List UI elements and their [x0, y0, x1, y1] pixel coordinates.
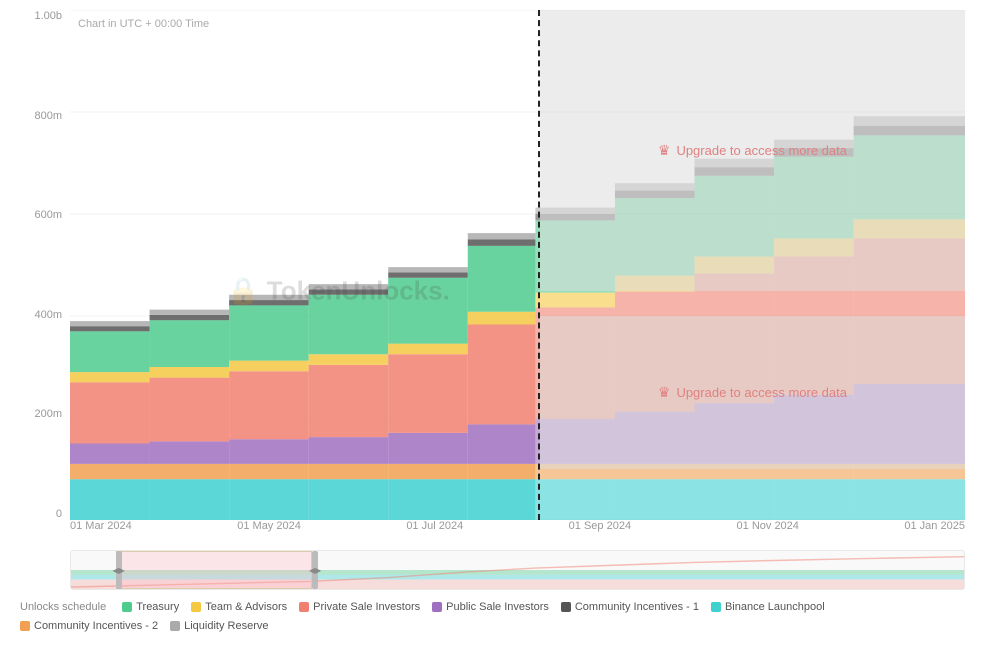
legend-label-binance: Binance Launchpool [725, 601, 825, 613]
x-label-4: 01 Sep 2024 [569, 520, 631, 532]
legend-item-community-2: Community Incentives - 2 [20, 620, 158, 632]
legend-label-public-sale: Public Sale Investors [446, 601, 549, 613]
legend-item-private-sale: Private Sale Investors [299, 601, 420, 613]
legend-item-treasury: Treasury [122, 601, 179, 613]
legend-dot-treasury [122, 602, 132, 612]
legend-dot-community-1 [561, 602, 571, 612]
y-label-4: 400m [10, 309, 70, 321]
legend-label-community-2: Community Incentives - 2 [34, 620, 158, 632]
legend-item-team: Team & Advisors [191, 601, 287, 613]
range-selected-area[interactable] [116, 551, 312, 589]
legend-label-liquidity: Liquidity Reserve [184, 620, 268, 632]
x-label-1: 01 Mar 2024 [70, 520, 132, 532]
x-label-3: 01 Jul 2024 [406, 520, 463, 532]
legend-item-public-sale: Public Sale Investors [432, 601, 549, 613]
legend: Unlocks schedule Treasury Team & Advisor… [10, 590, 975, 640]
range-selector[interactable]: ◀▶ ◀▶ [70, 550, 965, 590]
chart-area: 1.00b 800m 600m 400m 200m 0 [10, 10, 975, 550]
legend-dot-community-2 [20, 621, 30, 631]
y-label-5: 200m [10, 408, 70, 420]
y-label-1: 1.00b [10, 10, 70, 22]
legend-dot-private-sale [299, 602, 309, 612]
y-label-3: 600m [10, 209, 70, 221]
range-handle-right-icon: ◀▶ [312, 551, 318, 589]
legend-label-team: Team & Advisors [205, 601, 287, 613]
legend-label-treasury: Treasury [136, 601, 179, 613]
range-handle-left-icon: ◀▶ [116, 551, 122, 589]
chart-title: Chart in UTC + 00:00 Time [78, 18, 209, 30]
x-label-5: 01 Nov 2024 [737, 520, 799, 532]
legend-label-community-1: Community Incentives - 1 [575, 601, 699, 613]
x-label-6: 01 Jan 2025 [904, 520, 965, 532]
legend-dot-team [191, 602, 201, 612]
y-label-6: 0 [10, 508, 70, 520]
legend-schedule-label: Unlocks schedule [20, 601, 106, 613]
chart-svg [70, 10, 965, 520]
x-label-2: 01 May 2024 [237, 520, 301, 532]
legend-dot-liquidity [170, 621, 180, 631]
chart-container: 1.00b 800m 600m 400m 200m 0 [0, 0, 985, 666]
y-axis: 1.00b 800m 600m 400m 200m 0 [10, 10, 70, 520]
legend-item-community-1: Community Incentives - 1 [561, 601, 699, 613]
legend-item-binance: Binance Launchpool [711, 601, 825, 613]
x-axis: 01 Mar 2024 01 May 2024 01 Jul 2024 01 S… [70, 520, 965, 550]
y-label-2: 800m [10, 110, 70, 122]
today-line: Today [538, 10, 540, 520]
legend-dot-binance [711, 602, 721, 612]
range-handle-left[interactable]: ◀▶ [116, 551, 122, 589]
chart-plot-area: Today ♛ Upgrade to access more data ♛ Up… [70, 10, 965, 520]
range-handle-right[interactable]: ◀▶ [312, 551, 318, 589]
legend-label-private-sale: Private Sale Investors [313, 601, 420, 613]
legend-dot-public-sale [432, 602, 442, 612]
legend-item-liquidity: Liquidity Reserve [170, 620, 268, 632]
